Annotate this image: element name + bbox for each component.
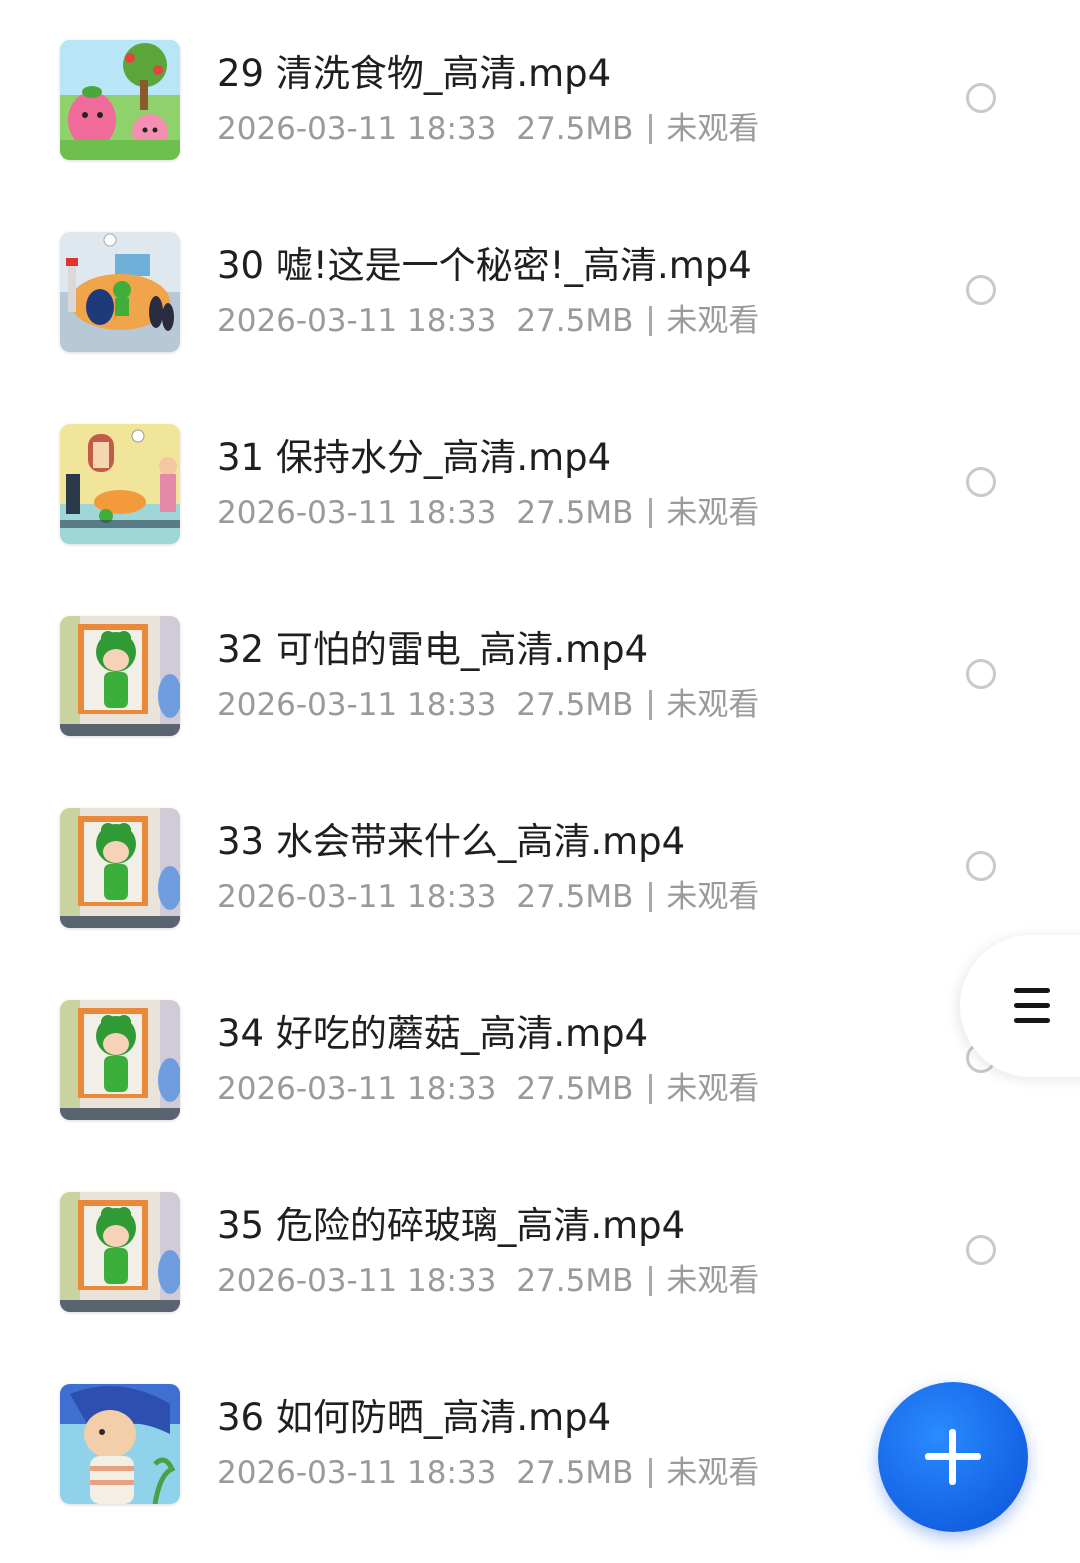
watch-status: 未观看 [666,687,760,723]
meta-divider [649,498,653,528]
file-size: 27.5MB [516,1071,634,1107]
meta-divider [649,882,653,912]
list-item[interactable]: 31 保持水分_高清.mp4 2026-03-11 18:33 27.5MB 未观看 [0,384,1080,576]
meta-divider [649,1266,653,1296]
file-date: 2026-03-11 18:33 [217,1455,497,1491]
meta-divider [649,1458,653,1488]
file-title: 34 好吃的蘑菇_高清.mp4 [217,1012,649,1055]
file-size: 27.5MB [516,687,634,723]
select-radio[interactable] [966,275,996,305]
file-size: 27.5MB [516,1263,634,1299]
video-thumbnail [60,808,180,928]
file-title: 36 如何防晒_高清.mp4 [217,1396,612,1439]
file-date: 2026-03-11 18:33 [217,495,497,531]
list-item[interactable]: 30 嘘!这是一个秘密!_高清.mp4 2026-03-11 18:33 27.5… [0,192,1080,384]
video-thumbnail [60,1000,180,1120]
select-radio[interactable] [966,467,996,497]
file-size: 27.5MB [516,1455,634,1491]
file-meta: 2026-03-11 18:33 27.5MB 未观看 [217,106,759,152]
video-thumbnail [60,616,180,736]
list-item[interactable]: 35 危险的碎玻璃_高清.mp4 2026-03-11 18:33 27.5MB 未… [0,1152,1080,1344]
file-meta: 2026-03-11 18:33 27.5MB 未观看 [217,874,759,920]
file-title: 35 危险的碎玻璃_高清.mp4 [217,1204,686,1247]
list-item[interactable]: 33 水会带来什么_高清.mp4 2026-03-11 18:33 27.5MB 未… [0,768,1080,960]
list-item[interactable]: 34 好吃的蘑菇_高清.mp4 2026-03-11 18:33 27.5MB 未观… [0,960,1080,1152]
file-date: 2026-03-11 18:33 [217,879,497,915]
video-thumbnail [60,424,180,544]
meta-divider [649,1074,653,1104]
watch-status: 未观看 [666,1263,760,1299]
video-thumbnail [60,1192,180,1312]
meta-divider [649,690,653,720]
file-date: 2026-03-11 18:33 [217,1263,497,1299]
watch-status: 未观看 [666,1071,760,1107]
file-date: 2026-03-11 18:33 [217,303,497,339]
meta-divider [649,114,653,144]
file-title: 32 可怕的雷电_高清.mp4 [217,628,649,671]
video-thumbnail [60,1384,180,1504]
select-radio[interactable] [966,659,996,689]
file-size: 27.5MB [516,879,634,915]
file-size: 27.5MB [516,111,634,147]
menu-icon[interactable] [1014,988,1050,1024]
file-meta: 2026-03-11 18:33 27.5MB 未观看 [217,682,759,728]
file-meta: 2026-03-11 18:33 27.5MB 未观看 [217,490,759,536]
file-date: 2026-03-11 18:33 [217,687,497,723]
file-title: 31 保持水分_高清.mp4 [217,436,612,479]
file-date: 2026-03-11 18:33 [217,1071,497,1107]
watch-status: 未观看 [666,303,760,339]
watch-status: 未观看 [666,495,760,531]
file-title: 29 清洗食物_高清.mp4 [217,52,612,95]
video-thumbnail [60,232,180,352]
select-radio[interactable] [966,851,996,881]
file-meta: 2026-03-11 18:33 27.5MB 未观看 [217,298,759,344]
select-radio[interactable] [966,83,996,113]
file-meta: 2026-03-11 18:33 27.5MB 未观看 [217,1258,759,1304]
add-button[interactable] [878,1382,1028,1532]
list-item[interactable]: 32 可怕的雷电_高清.mp4 2026-03-11 18:33 27.5MB 未观… [0,576,1080,768]
file-meta: 2026-03-11 18:33 27.5MB 未观看 [217,1450,759,1496]
watch-status: 未观看 [666,111,760,147]
file-size: 27.5MB [516,303,634,339]
select-radio[interactable] [966,1235,996,1265]
file-meta: 2026-03-11 18:33 27.5MB 未观看 [217,1066,759,1112]
file-title: 33 水会带来什么_高清.mp4 [217,820,686,863]
video-file-list: 29 清洗食物_高清.mp4 2026-03-11 18:33 27.5MB 未观看 [0,0,1080,1563]
list-item[interactable]: 29 清洗食物_高清.mp4 2026-03-11 18:33 27.5MB 未观看 [0,0,1080,192]
watch-status: 未观看 [666,1455,760,1491]
file-size: 27.5MB [516,495,634,531]
watch-status: 未观看 [666,879,760,915]
meta-divider [649,306,653,336]
file-date: 2026-03-11 18:33 [217,111,497,147]
video-thumbnail [60,40,180,160]
file-title: 30 嘘!这是一个秘密!_高清.mp4 [217,244,752,287]
plus-icon [949,1429,956,1485]
